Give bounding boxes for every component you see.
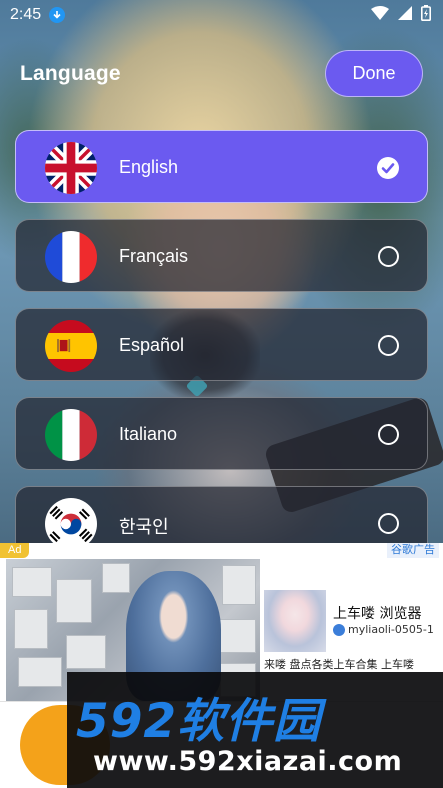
check-circle-icon [377, 157, 399, 179]
watermark-url: www.592xiazai.com [93, 746, 403, 777]
radio-unselected-icon[interactable] [378, 335, 399, 356]
ad-tag: Ad [0, 543, 30, 558]
ad-url-text: myliaoli-0505-1 [348, 623, 434, 636]
language-label: Français [119, 246, 189, 266]
status-time: 2:45 [10, 6, 42, 23]
radio-unselected-icon[interactable] [378, 246, 399, 267]
ad-description: 来喽 盘点各类上车合集 上车喽 [264, 658, 414, 671]
spain-flag-icon [45, 320, 97, 372]
language-label: 한국인 [119, 517, 169, 537]
watermark: 592软件园 www.592xiazai.com [67, 672, 443, 788]
page-title: Language [20, 62, 121, 85]
radio-unselected-icon[interactable] [378, 513, 399, 534]
status-icons [371, 4, 431, 26]
language-label: English [119, 157, 179, 177]
download-icon [49, 7, 66, 23]
language-item-french[interactable]: Français [15, 219, 428, 292]
france-flag-icon [45, 231, 97, 283]
language-item-spanish[interactable]: Español [15, 308, 428, 381]
signal-icon [398, 5, 412, 25]
language-item-italian[interactable]: Italiano [15, 397, 428, 470]
watermark-brand: 592软件园 [76, 694, 322, 749]
language-label: Italiano [119, 424, 178, 444]
language-label: Español [119, 335, 185, 355]
language-item-english[interactable]: English [15, 130, 428, 203]
italy-flag-icon [45, 409, 97, 461]
uk-flag-icon [45, 142, 97, 194]
ad-source: 谷歌广告 [387, 543, 439, 558]
wifi-icon [371, 5, 389, 25]
ad-url[interactable]: myliaoli-0505-1 [333, 623, 434, 636]
done-button[interactable]: Done [325, 50, 423, 97]
header: Language Done [0, 50, 443, 98]
ad-thumbnail[interactable] [264, 590, 326, 652]
globe-icon [333, 623, 345, 636]
status-bar: 2:45 [0, 0, 443, 30]
battery-icon [421, 4, 431, 26]
radio-unselected-icon[interactable] [378, 424, 399, 445]
ad-title[interactable]: 上车喽 浏览器 [333, 603, 421, 623]
